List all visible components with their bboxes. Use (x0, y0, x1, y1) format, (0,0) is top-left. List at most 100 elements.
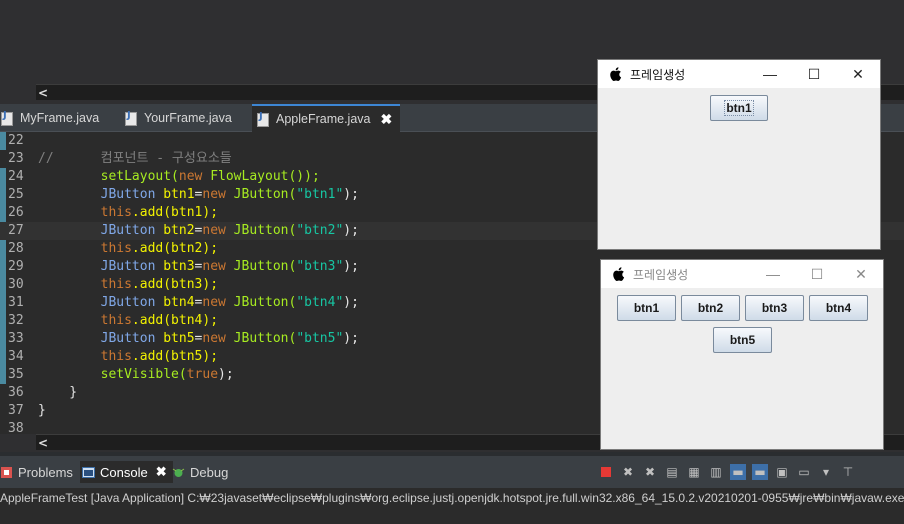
code-text: this.add(btn5); (38, 348, 218, 366)
close-button[interactable]: ✕ (836, 60, 880, 88)
console-launch-info: AppleFrameTest [Java Application] C:₩23j… (0, 488, 904, 508)
btn1-button[interactable]: btn1 (617, 295, 676, 321)
code-token: this (38, 241, 132, 256)
scroll-left-arrow-icon[interactable]: < (38, 86, 48, 100)
line-number: 32 (8, 313, 24, 328)
line-number: 38 (8, 421, 24, 436)
code-token: FlowLayout()); (202, 169, 320, 184)
line-number: 37 (8, 403, 24, 418)
tab-label: MyFrame.java (20, 111, 100, 125)
code-text: // 컴포넌트 - 구성요소들 (38, 150, 232, 168)
code-token: } (38, 385, 78, 400)
debug-icon (172, 466, 185, 479)
code-token: .add(btn5); (131, 349, 219, 364)
console-icon (82, 466, 95, 479)
maximize-button[interactable]: ☐ (795, 260, 839, 288)
code-token: setVisible( (38, 367, 187, 382)
btn3-button[interactable]: btn3 (745, 295, 804, 321)
btn4-button[interactable]: btn4 (809, 295, 868, 321)
btn2-button[interactable]: btn2 (681, 295, 740, 321)
code-token: JButton( (225, 295, 297, 310)
tab-myframe[interactable]: MyFrame.java (0, 104, 99, 132)
close-icon[interactable]: ✖ (381, 111, 393, 128)
code-token: ); (343, 331, 359, 346)
minimize-button[interactable]: — (751, 260, 795, 288)
code-token: ); (343, 223, 359, 238)
btn5-button[interactable]: btn5 (713, 327, 772, 353)
line-number: 24 (8, 169, 24, 184)
line-number: 27 (8, 223, 24, 238)
code-token: "btn1" (296, 187, 344, 202)
code-token: btn5 (163, 331, 195, 346)
code-token: btn2 (163, 223, 195, 238)
code-text: setLayout(new FlowLayout()); (38, 168, 320, 186)
remove-all-terminated-icon[interactable]: ✖ (642, 464, 658, 480)
code-token: ); (218, 367, 234, 382)
close-icon[interactable]: ✖ (156, 464, 167, 480)
code-token: "btn4" (296, 295, 344, 310)
word-wrap-icon[interactable]: ▥ (708, 464, 724, 480)
pin-console-icon[interactable]: ▣ (774, 464, 790, 480)
code-text: } (38, 384, 77, 402)
line-number: 23 (8, 151, 24, 166)
line-number: 28 (8, 241, 24, 256)
show-stderr-icon[interactable]: ▬ (752, 464, 768, 480)
code-token: } (38, 403, 46, 418)
apple-logo-icon (608, 66, 624, 82)
code-token: btn3 (163, 259, 195, 274)
code-token: ); (343, 187, 359, 202)
code-token: JButton( (225, 187, 297, 202)
line-number: 26 (8, 205, 24, 220)
show-stdout-icon[interactable]: ▬ (730, 464, 746, 480)
code-text: this.add(btn1); (38, 204, 218, 222)
line-number: 29 (8, 259, 24, 274)
remove-launch-icon[interactable]: ✖ (620, 464, 636, 480)
code-text: JButton btn1=new JButton("btn1"); (38, 186, 359, 204)
code-text: setVisible(true); (38, 366, 234, 384)
code-text: this.add(btn2); (38, 240, 218, 258)
code-token: "btn5" (296, 331, 344, 346)
tab-label: Problems (18, 464, 73, 480)
line-number: 34 (8, 349, 24, 364)
code-token: new (202, 295, 226, 310)
open-console-icon[interactable]: ▾ (818, 464, 834, 480)
tab-console[interactable]: Console ✖ (80, 461, 173, 483)
clear-console-icon[interactable]: ▤ (664, 464, 680, 480)
code-token: // 컴포넌트 - 구성요소들 (38, 151, 232, 166)
minimize-button[interactable]: — (748, 60, 792, 88)
scroll-left-arrow-icon[interactable]: < (38, 436, 48, 450)
code-token: JButton( (225, 223, 297, 238)
code-text: JButton btn3=new JButton("btn3"); (38, 258, 359, 276)
code-token: this (38, 313, 132, 328)
code-token: this (38, 349, 132, 364)
console-output[interactable] (0, 508, 904, 524)
code-text: this.add(btn3); (38, 276, 218, 294)
terminate-icon[interactable] (598, 464, 614, 480)
code-text: JButton btn4=new JButton("btn4"); (38, 294, 359, 312)
code-token: btn1 (163, 187, 195, 202)
line-number: 30 (8, 277, 24, 292)
code-token: new (202, 223, 226, 238)
window-titlebar[interactable]: 프레임생성 — ☐ ✕ (598, 60, 880, 88)
code-token: .add(btn1); (131, 205, 219, 220)
tab-label: YourFrame.java (144, 111, 232, 125)
more-icon[interactable]: ⊤ (840, 464, 856, 480)
btn1-button[interactable]: btn1 (710, 95, 768, 121)
display-console-icon[interactable]: ▭ (796, 464, 812, 480)
code-token: .add(btn3); (131, 277, 219, 292)
maximize-button[interactable]: ☐ (792, 60, 836, 88)
window-titlebar[interactable]: 프레임생성 — ☐ ✕ (601, 260, 883, 288)
code-token: new (202, 259, 226, 274)
tab-problems[interactable]: Problems (0, 461, 73, 483)
scroll-lock-icon[interactable]: ▦ (686, 464, 702, 480)
line-number: 33 (8, 331, 24, 346)
tab-yourframe[interactable]: YourFrame.java (124, 104, 232, 132)
tab-debug[interactable]: Debug (172, 461, 228, 483)
console-toolbar: ✖ ✖ ▤ ▦ ▥ ▬ ▬ ▣ ▭ ▾ ⊤ (598, 464, 856, 480)
tab-appleframe[interactable]: AppleFrame.java ✖ (252, 104, 401, 132)
java-frame-2: 프레임생성 — ☐ ✕ btn1 btn2 btn3 btn4 btn5 (600, 259, 884, 450)
close-button[interactable]: ✕ (839, 260, 883, 288)
tab-label: AppleFrame.java (276, 112, 371, 126)
code-token: JButton( (225, 331, 297, 346)
code-token: JButton (38, 295, 164, 310)
